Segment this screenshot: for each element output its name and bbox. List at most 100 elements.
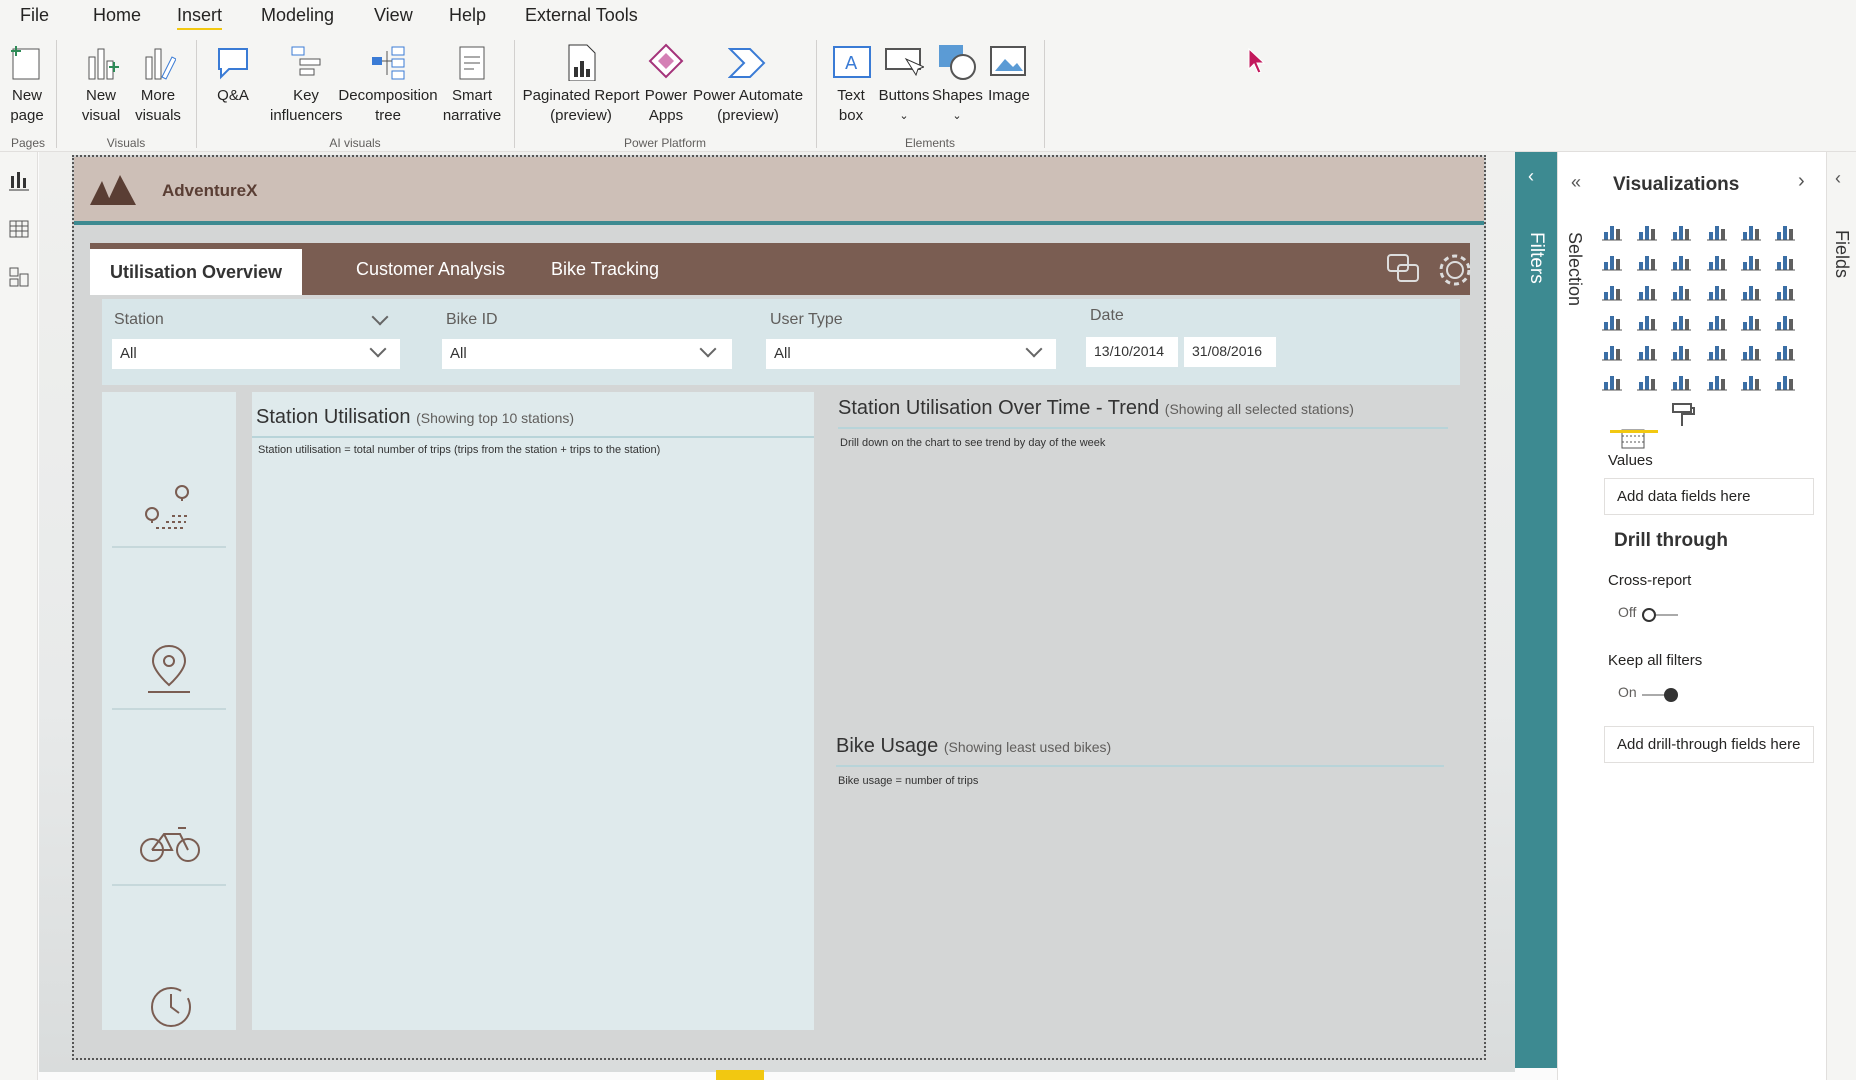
model-view-icon[interactable]	[8, 266, 30, 288]
stacked-column-icon[interactable]	[1636, 370, 1658, 392]
area-chart-icon[interactable]	[1636, 250, 1658, 272]
power-automate-label-2: (preview)	[717, 107, 779, 124]
menu-view[interactable]: View	[374, 5, 413, 26]
image-button[interactable]: Image	[984, 42, 1034, 106]
add-drill-through-fields-well[interactable]: Add drill-through fields here	[1604, 726, 1814, 763]
key-influencers-button[interactable]: Key influencers	[270, 42, 343, 126]
gear-icon[interactable]	[1436, 251, 1474, 289]
collapse-selection-icon[interactable]: «	[1571, 172, 1581, 193]
funnel-icon[interactable]	[1601, 280, 1623, 302]
buttons-icon	[882, 42, 926, 82]
keep-all-filters-label: Keep all filters	[1608, 652, 1703, 669]
route-pins-icon[interactable]	[142, 482, 196, 536]
100-bar-icon[interactable]	[1740, 370, 1762, 392]
qa-button[interactable]: Q&A	[210, 42, 256, 106]
shapes-icon	[935, 42, 979, 82]
bike-id-dropdown[interactable]: All	[442, 339, 732, 369]
selection-pane-label[interactable]: Selection	[1564, 232, 1585, 306]
chevron-right-icon[interactable]: ›	[1798, 170, 1805, 193]
line-chart-icon[interactable]	[1601, 250, 1623, 272]
decomposition-tree-label-2: tree	[375, 107, 401, 124]
title-underline	[838, 427, 1448, 429]
filled-map-icon[interactable]	[1601, 310, 1623, 332]
table-icon[interactable]	[1670, 340, 1692, 362]
user-type-dropdown[interactable]: All	[766, 339, 1056, 369]
text-box-button[interactable]: A Text box	[830, 42, 872, 126]
slicer-icon[interactable]	[1636, 340, 1658, 362]
keep-all-filters-toggle[interactable]	[1642, 688, 1678, 702]
100-bar-icon[interactable]	[1740, 220, 1762, 242]
ribbon-chart-icon[interactable]	[1740, 250, 1762, 272]
multi-row-card-icon[interactable]	[1774, 310, 1796, 332]
location-pin-icon[interactable]	[142, 642, 196, 696]
matrix-icon[interactable]	[1706, 340, 1728, 362]
shape-map-icon[interactable]	[1636, 310, 1658, 332]
station-dropdown[interactable]: All	[112, 339, 400, 369]
bike-usage-visual-title[interactable]: Bike Usage (Showing least used bikes)	[836, 735, 1111, 758]
add-data-fields-well[interactable]: Add data fields here	[1604, 478, 1814, 515]
python-visual-icon[interactable]	[1774, 340, 1796, 362]
paint-roller-icon[interactable]	[1670, 402, 1696, 428]
date-to-input[interactable]: 31/08/2016	[1184, 337, 1276, 367]
menu-help[interactable]: Help	[449, 5, 486, 26]
chevron-down-icon[interactable]	[371, 308, 389, 326]
more-visuals-button[interactable]: More visuals	[130, 42, 186, 126]
date-from-input[interactable]: 13/10/2014	[1086, 337, 1178, 367]
chevron-left-icon[interactable]: ‹	[1528, 166, 1534, 187]
tab-customer-analysis[interactable]: Customer Analysis	[336, 243, 525, 295]
stacked-bar-icon[interactable]	[1601, 220, 1623, 242]
clustered-column-icon[interactable]	[1706, 370, 1728, 392]
cross-report-toggle[interactable]	[1642, 608, 1678, 622]
menu-insert[interactable]: Insert	[177, 5, 223, 31]
clustered-column-icon[interactable]	[1706, 220, 1728, 242]
data-view-icon[interactable]	[8, 218, 30, 240]
tab-bike-tracking[interactable]: Bike Tracking	[531, 243, 679, 295]
map-icon[interactable]	[1774, 280, 1796, 302]
station-utilisation-visual[interactable]: Station Utilisation (Showing top 10 stat…	[252, 392, 814, 1030]
power-automate-label: Power Automate	[692, 87, 804, 104]
smart-narrative-button[interactable]: Smart narrative	[440, 42, 504, 126]
menu-external-tools[interactable]: External Tools	[525, 5, 638, 26]
menu-modeling[interactable]: Modeling	[261, 5, 334, 26]
waterfall-icon[interactable]	[1774, 250, 1796, 272]
pie-chart-icon[interactable]	[1670, 280, 1692, 302]
qa-button-icon[interactable]	[1384, 251, 1422, 289]
buttons-button[interactable]: Buttons ⌄	[876, 42, 932, 126]
stacked-column-icon[interactable]	[1636, 220, 1658, 242]
scatter-icon[interactable]	[1636, 280, 1658, 302]
treemap-icon[interactable]	[1740, 280, 1762, 302]
paginated-report-button[interactable]: Paginated Report (preview)	[522, 42, 640, 126]
clock-icon[interactable]	[146, 982, 196, 1032]
power-apps-button[interactable]: Power Apps	[640, 42, 692, 126]
clustered-bar-icon[interactable]	[1670, 220, 1692, 242]
report-view-icon[interactable]	[8, 170, 30, 192]
stacked-area-icon[interactable]	[1670, 250, 1692, 272]
power-automate-button[interactable]: Power Automate (preview)	[692, 42, 804, 126]
azure-map-icon[interactable]	[1670, 310, 1692, 332]
new-page-button[interactable]: New page	[2, 42, 52, 126]
kpi-icon[interactable]	[1601, 340, 1623, 362]
r-visual-icon[interactable]	[1740, 340, 1762, 362]
line-column-icon[interactable]	[1706, 250, 1728, 272]
decomposition-tree-button[interactable]: Decomposition tree	[335, 42, 441, 126]
clustered-bar-icon[interactable]	[1670, 370, 1692, 392]
key-influencers-icon	[284, 42, 328, 82]
chevron-left-icon[interactable]: ‹	[1835, 168, 1841, 189]
power-apps-icon	[644, 42, 688, 82]
100-column-icon[interactable]	[1774, 370, 1796, 392]
new-visual-button[interactable]: New visual	[76, 42, 126, 126]
menu-home[interactable]: Home	[93, 5, 141, 26]
card-icon[interactable]	[1740, 310, 1762, 332]
new-page-icon	[5, 42, 49, 82]
trend-visual-title[interactable]: Station Utilisation Over Time - Trend (S…	[838, 397, 1354, 420]
tab-utilisation-overview[interactable]: Utilisation Overview	[90, 249, 303, 295]
gauge-icon[interactable]	[1706, 310, 1728, 332]
shapes-button[interactable]: Shapes ⌄	[932, 42, 983, 126]
filters-pane[interactable]: ‹ Filters	[1515, 152, 1557, 1068]
stacked-bar-icon[interactable]	[1601, 370, 1623, 392]
bicycle-icon[interactable]	[138, 822, 202, 866]
donut-chart-icon[interactable]	[1706, 280, 1728, 302]
fields-pane[interactable]: ‹ Fields	[1826, 152, 1856, 1080]
menu-file[interactable]: File	[20, 5, 49, 26]
100-column-icon[interactable]	[1774, 220, 1796, 242]
